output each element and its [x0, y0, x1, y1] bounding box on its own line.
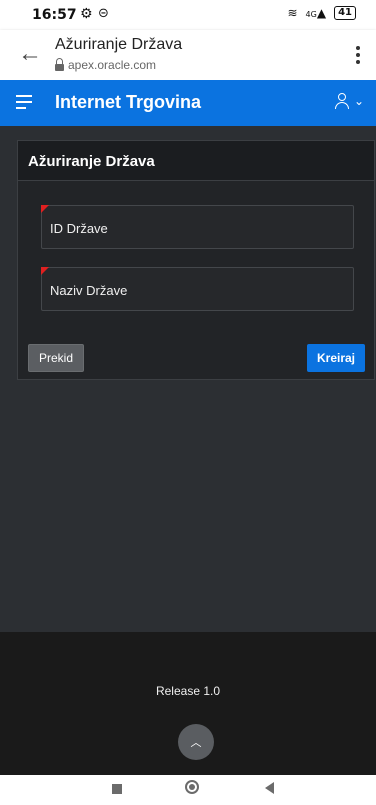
cancel-button[interactable]: Prekid [28, 344, 84, 372]
url-text: apex.oracle.com [68, 58, 157, 72]
id-drzave-label: ID Države [50, 221, 108, 236]
required-marker [41, 205, 49, 213]
release-label: Release 1.0 [155, 684, 221, 698]
status-bar: 16:57 ⚙ ⊝ ≋ 4G▲ 41 [0, 0, 376, 30]
user-icon [334, 93, 350, 109]
lock-icon [55, 57, 64, 71]
chevron-down-icon: ⌄ [353, 94, 364, 108]
region-title: Ažuriranje Država [18, 141, 374, 181]
create-button[interactable]: Kreiraj [307, 344, 365, 372]
network-type: 4G [305, 10, 317, 19]
scroll-to-top-button[interactable]: ︿ [178, 724, 214, 760]
system-nav-bar [0, 775, 376, 805]
required-marker [41, 267, 49, 275]
hamburger-menu-icon[interactable] [16, 95, 32, 113]
form-region: Ažuriranje Država ID Države Naziv Države… [17, 140, 375, 380]
browser-menu-icon[interactable] [356, 46, 360, 64]
naziv-drzave-field[interactable]: Naziv Države [41, 267, 354, 311]
id-drzave-field[interactable]: ID Države [41, 205, 354, 249]
status-time: 16:57 [32, 7, 77, 23]
url-bar[interactable]: apex.oracle.com [55, 57, 157, 72]
status-indicators: ≋ 4G▲ 41 [287, 6, 356, 20]
signal-icon: 4G▲ [305, 6, 327, 20]
home-icon[interactable] [185, 780, 199, 794]
wifi-icon: ≋ [287, 6, 298, 20]
recent-apps-icon[interactable] [112, 784, 122, 794]
page-tab-title: Ažuriranje Država [55, 36, 183, 53]
app-title[interactable]: Internet Trgovina [55, 92, 201, 113]
page-footer: Release 1.0 ︿ [0, 632, 376, 775]
chevron-up-icon: ︿ [190, 737, 202, 749]
naziv-drzave-label: Naziv Države [50, 283, 128, 298]
battery-level: 41 [338, 7, 352, 18]
user-menu-button[interactable]: ⌄ [334, 93, 364, 109]
back-arrow-icon[interactable]: ← [18, 42, 42, 66]
back-triangle-icon[interactable] [265, 782, 274, 794]
battery-icon: 41 [334, 6, 356, 20]
messenger-icon: ⊝ [98, 6, 109, 21]
settings-gear-icon: ⚙ [80, 6, 93, 22]
app-header: Internet Trgovina ⌄ [0, 80, 376, 126]
